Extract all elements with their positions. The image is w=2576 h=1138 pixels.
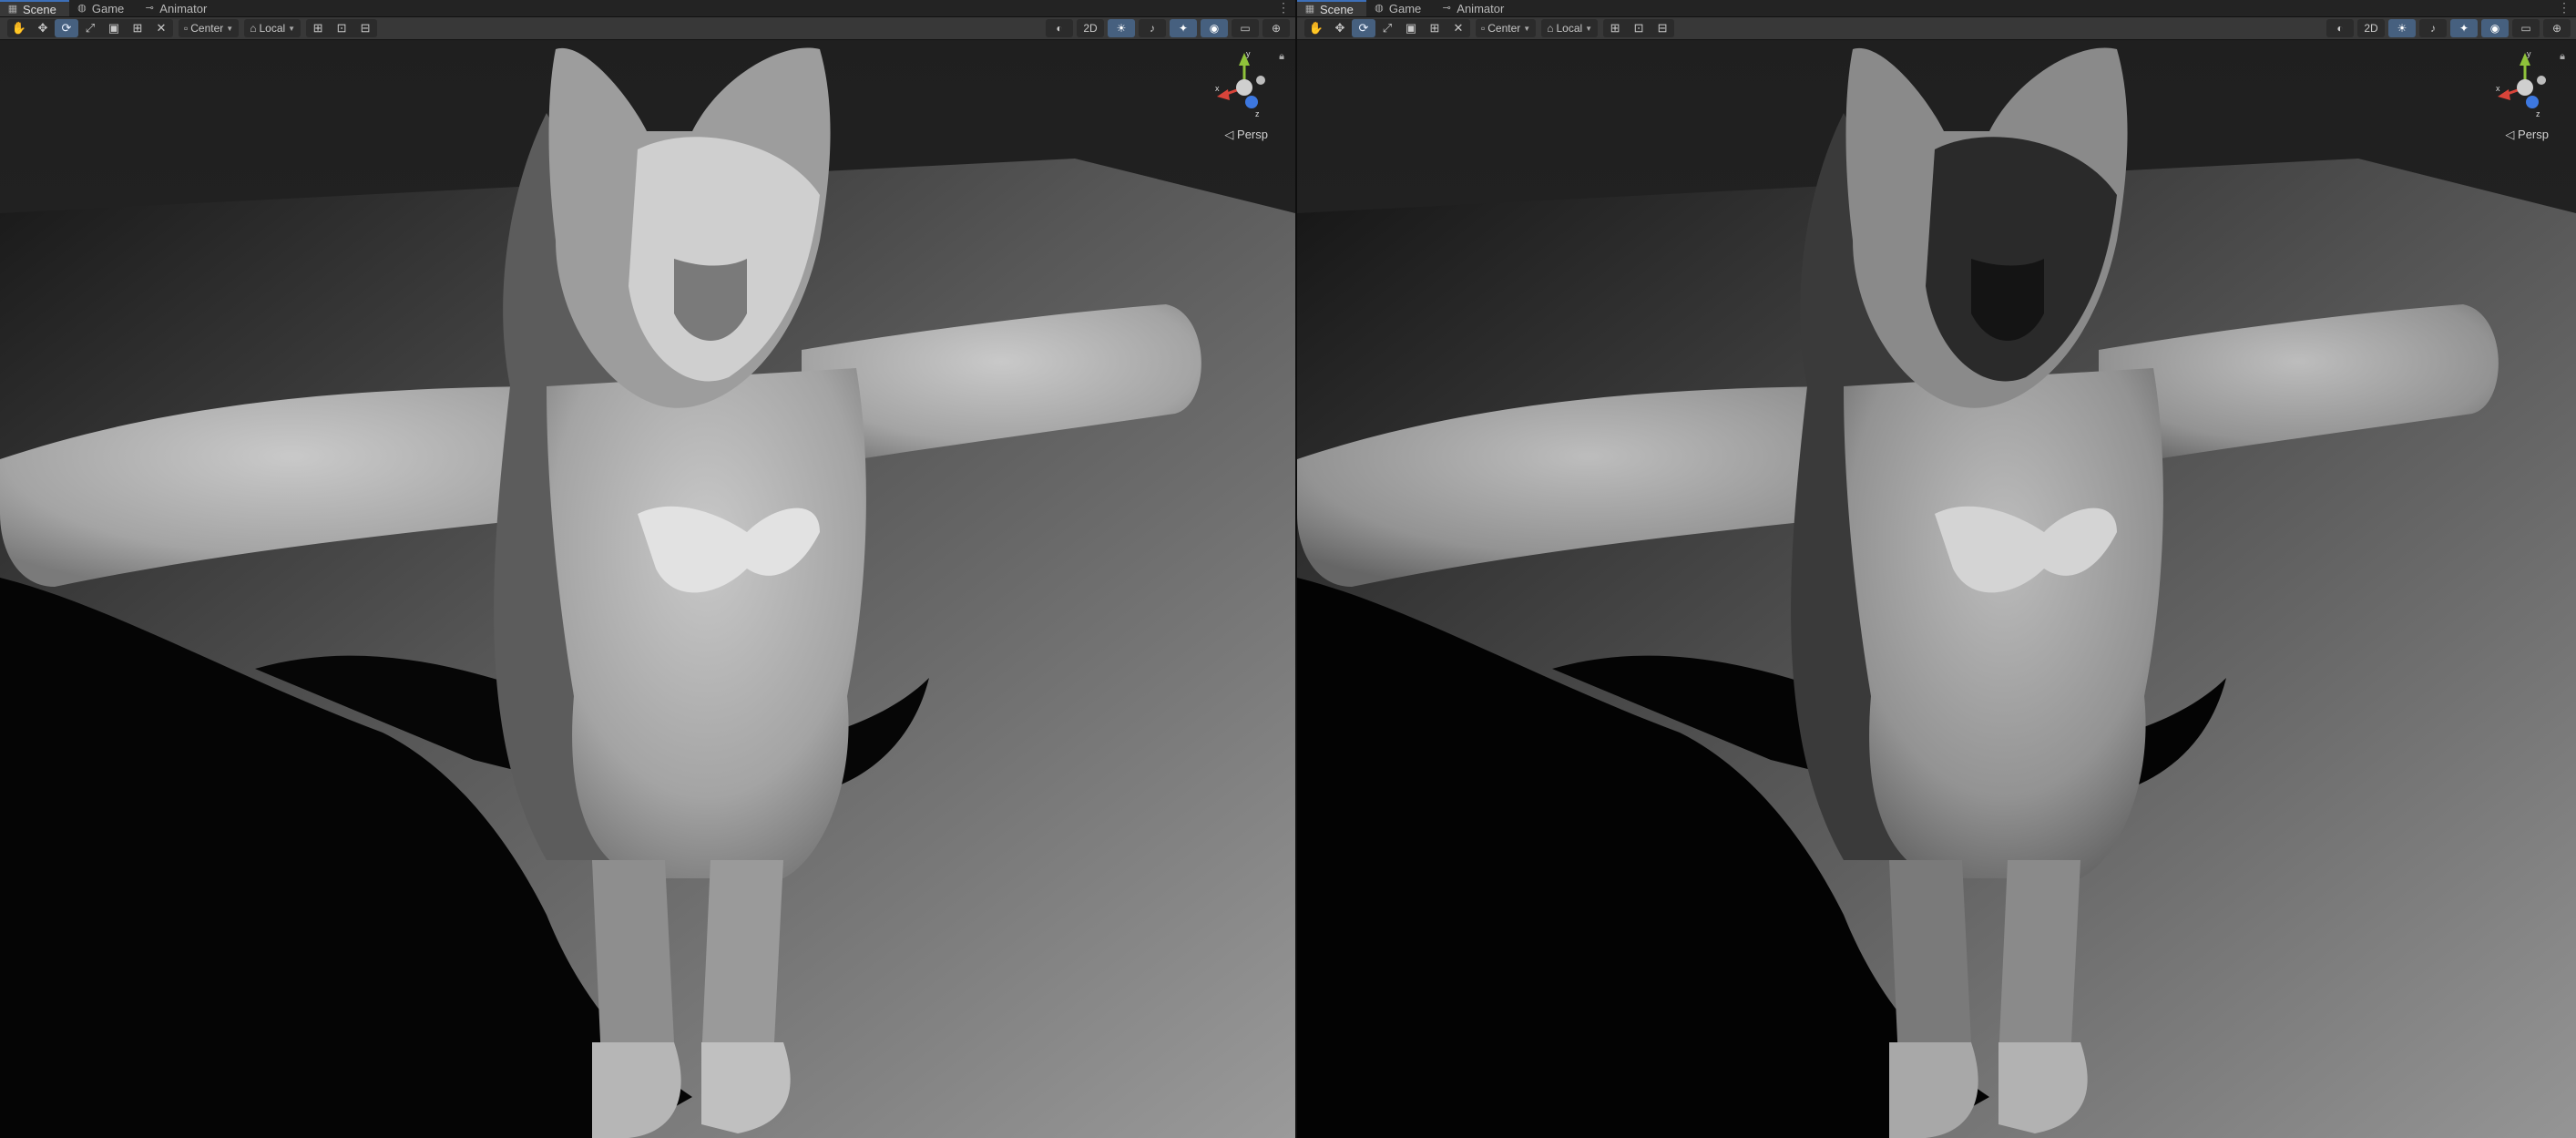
audio-toggle-icon[interactable]: ♪ xyxy=(1139,19,1166,37)
custom-tool-icon[interactable]: ✕ xyxy=(149,19,173,37)
local-icon: ⌂ xyxy=(1547,22,1554,35)
tab-animator[interactable]: ⊸ Animator xyxy=(137,0,220,16)
visibility-toggle-icon[interactable]: ◉ xyxy=(1201,19,1228,37)
more-options-icon[interactable]: ⋮ xyxy=(1277,0,1290,15)
split-scene-views: ▦ Scene ◍ Game ⊸ Animator ⋮ ✋ ✥ ⟳ ⤢ ▣ ⊞ … xyxy=(0,0,2576,1138)
vertex-snap-icon[interactable]: ⊟ xyxy=(353,19,377,37)
move-tool-icon[interactable]: ✥ xyxy=(31,19,55,37)
snap-group: ⊞ ⊡ ⊟ xyxy=(1603,19,1675,37)
scene-render xyxy=(1297,40,2576,1138)
svg-text:y: y xyxy=(1246,49,1251,58)
draw-mode-icon[interactable]: ◐ xyxy=(2326,19,2354,37)
animator-icon: ⊸ xyxy=(1442,3,1451,14)
lock-icon[interactable]: 🔒︎ xyxy=(2560,51,2565,63)
scene-view-left: ▦ Scene ◍ Game ⊸ Animator ⋮ ✋ ✥ ⟳ ⤢ ▣ ⊞ … xyxy=(0,0,1295,1138)
projection-label[interactable]: ◁ Persp xyxy=(1224,128,1268,142)
tab-game[interactable]: ◍ Game xyxy=(69,0,137,16)
gizmos-icon[interactable]: ⊕ xyxy=(2543,19,2571,37)
transform-tool-icon[interactable]: ⊞ xyxy=(1423,19,1446,37)
tab-bar: ▦ Scene ◍ Game ⊸ Animator ⋮ xyxy=(1297,0,2576,17)
toggle-2d-button[interactable]: 2D xyxy=(2357,19,2385,37)
rotate-tool-icon[interactable]: ⟳ xyxy=(55,19,78,37)
snap-group: ⊞ ⊡ ⊟ xyxy=(306,19,378,37)
orientation-gizmo[interactable]: y x z xyxy=(1215,49,1279,131)
gizmos-icon[interactable]: ⊕ xyxy=(1262,19,1290,37)
game-controller-icon: ◍ xyxy=(1375,3,1384,14)
hand-tool-icon[interactable]: ✋ xyxy=(1304,19,1328,37)
scene-icon: ▦ xyxy=(7,4,18,15)
tab-scene[interactable]: ▦ Scene xyxy=(0,0,69,16)
view-options: ◐ 2D ☀ ♪ ✦ ◉ ▭ ⊕ xyxy=(1046,19,1295,37)
scene-viewport[interactable]: y x z 🔒︎ ◁ Persp xyxy=(0,40,1295,1138)
pivot-mode-dropdown[interactable]: ▫ Center ▼ xyxy=(1476,19,1537,37)
pivot-icon: ▫ xyxy=(184,22,189,35)
draw-mode-icon[interactable]: ◐ xyxy=(1046,19,1073,37)
effects-toggle-icon[interactable]: ✦ xyxy=(1170,19,1197,37)
effects-toggle-icon[interactable]: ✦ xyxy=(2450,19,2478,37)
pivot-rotation-dropdown[interactable]: ⌂ Local ▼ xyxy=(1541,19,1599,37)
custom-tool-icon[interactable]: ✕ xyxy=(1446,19,1470,37)
svg-text:z: z xyxy=(1255,109,1260,118)
toggle-2d-button[interactable]: 2D xyxy=(1077,19,1104,37)
rotate-tool-icon[interactable]: ⟳ xyxy=(1352,19,1375,37)
audio-toggle-icon[interactable]: ♪ xyxy=(2419,19,2447,37)
svg-text:z: z xyxy=(2536,109,2540,118)
svg-text:y: y xyxy=(2527,49,2531,58)
rect-tool-icon[interactable]: ▣ xyxy=(1399,19,1423,37)
lock-icon[interactable]: 🔒︎ xyxy=(1279,51,1284,63)
camera-settings-icon[interactable]: ▭ xyxy=(1232,19,1259,37)
orientation-gizmo[interactable]: y x z xyxy=(2496,49,2560,131)
chevron-down-icon: ▼ xyxy=(226,24,234,33)
tab-animator[interactable]: ⊸ Animator xyxy=(1434,0,1517,16)
tab-scene[interactable]: ▦ Scene xyxy=(1297,0,1366,16)
pivot-mode-dropdown[interactable]: ▫ Center ▼ xyxy=(179,19,240,37)
perspective-icon: ◁ xyxy=(1224,128,1234,141)
scene-toolbar: ✋ ✥ ⟳ ⤢ ▣ ⊞ ✕ ▫ Center ▼ ⌂ Local ▼ ⊞ ⊡ ⊟… xyxy=(1297,17,2576,40)
more-options-icon[interactable]: ⋮ xyxy=(2558,0,2571,15)
transform-tool-icon[interactable]: ⊞ xyxy=(126,19,149,37)
pivot-icon: ▫ xyxy=(1481,22,1486,35)
camera-settings-icon[interactable]: ▭ xyxy=(2512,19,2540,37)
lighting-toggle-icon[interactable]: ☀ xyxy=(1108,19,1135,37)
hand-tool-icon[interactable]: ✋ xyxy=(7,19,31,37)
visibility-toggle-icon[interactable]: ◉ xyxy=(2481,19,2509,37)
scene-toolbar: ✋ ✥ ⟳ ⤢ ▣ ⊞ ✕ ▫ Center ▼ ⌂ Local ▼ ⊞ ⊡ ⊟… xyxy=(0,17,1295,40)
tool-group: ✋ ✥ ⟳ ⤢ ▣ ⊞ ✕ xyxy=(7,19,173,37)
scene-viewport[interactable]: y x z 🔒︎ ◁ Persp xyxy=(1297,40,2576,1138)
chevron-down-icon: ▼ xyxy=(288,24,296,33)
game-controller-icon: ◍ xyxy=(77,3,87,14)
rect-tool-icon[interactable]: ▣ xyxy=(102,19,126,37)
local-icon: ⌂ xyxy=(250,22,257,35)
scene-view-right: ▦ Scene ◍ Game ⊸ Animator ⋮ ✋ ✥ ⟳ ⤢ ▣ ⊞ … xyxy=(1295,0,2576,1138)
chevron-down-icon: ▼ xyxy=(1523,24,1531,33)
svg-text:x: x xyxy=(2496,84,2500,93)
incremental-snap-icon[interactable]: ⊡ xyxy=(1627,19,1651,37)
grid-snap-icon[interactable]: ⊞ xyxy=(306,19,330,37)
animator-icon: ⊸ xyxy=(145,3,154,14)
scene-icon: ▦ xyxy=(1304,4,1315,15)
svg-text:x: x xyxy=(1215,84,1220,93)
tool-group: ✋ ✥ ⟳ ⤢ ▣ ⊞ ✕ xyxy=(1304,19,1470,37)
scale-tool-icon[interactable]: ⤢ xyxy=(1375,19,1399,37)
scale-tool-icon[interactable]: ⤢ xyxy=(78,19,102,37)
scene-render xyxy=(0,40,1295,1138)
chevron-down-icon: ▼ xyxy=(1585,24,1593,33)
pivot-rotation-dropdown[interactable]: ⌂ Local ▼ xyxy=(244,19,302,37)
vertex-snap-icon[interactable]: ⊟ xyxy=(1651,19,1674,37)
projection-label[interactable]: ◁ Persp xyxy=(2505,128,2549,142)
tab-game[interactable]: ◍ Game xyxy=(1366,0,1434,16)
lighting-toggle-icon[interactable]: ☀ xyxy=(2388,19,2416,37)
tab-bar: ▦ Scene ◍ Game ⊸ Animator ⋮ xyxy=(0,0,1295,17)
grid-snap-icon[interactable]: ⊞ xyxy=(1603,19,1627,37)
perspective-icon: ◁ xyxy=(2505,128,2515,141)
move-tool-icon[interactable]: ✥ xyxy=(1328,19,1352,37)
incremental-snap-icon[interactable]: ⊡ xyxy=(330,19,353,37)
view-options: ◐ 2D ☀ ♪ ✦ ◉ ▭ ⊕ xyxy=(2326,19,2576,37)
